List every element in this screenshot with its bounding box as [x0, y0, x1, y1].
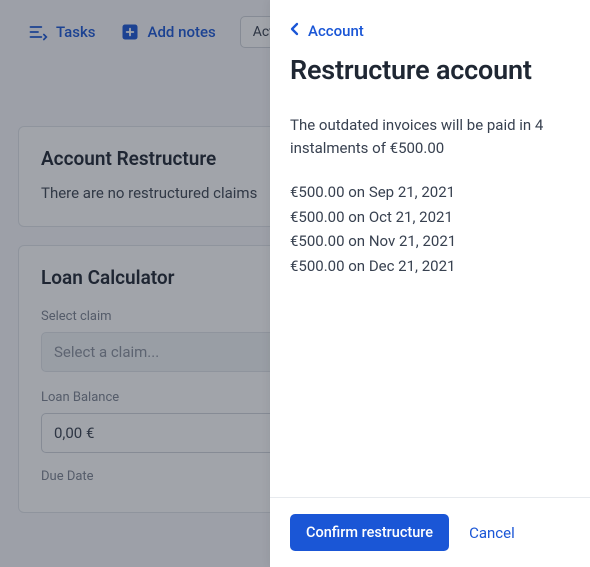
- restructure-panel: Account Restructure account The outdated…: [270, 0, 590, 567]
- confirm-restructure-button[interactable]: Confirm restructure: [290, 514, 449, 551]
- breadcrumb-back[interactable]: Account: [290, 22, 570, 40]
- schedule-item: €500.00 on Oct 21, 2021: [290, 206, 570, 229]
- cancel-button[interactable]: Cancel: [469, 524, 515, 542]
- schedule-item: €500.00 on Dec 21, 2021: [290, 255, 570, 278]
- panel-footer: Confirm restructure Cancel: [270, 497, 590, 567]
- chevron-left-icon: [290, 22, 300, 40]
- schedule-item: €500.00 on Nov 21, 2021: [290, 230, 570, 253]
- breadcrumb-label: Account: [308, 22, 364, 40]
- panel-description: The outdated invoices will be paid in 4 …: [290, 114, 570, 159]
- payment-schedule: €500.00 on Sep 21, 2021 €500.00 on Oct 2…: [290, 181, 570, 277]
- panel-body: Account Restructure account The outdated…: [270, 0, 590, 497]
- panel-title: Restructure account: [290, 54, 570, 86]
- schedule-item: €500.00 on Sep 21, 2021: [290, 181, 570, 204]
